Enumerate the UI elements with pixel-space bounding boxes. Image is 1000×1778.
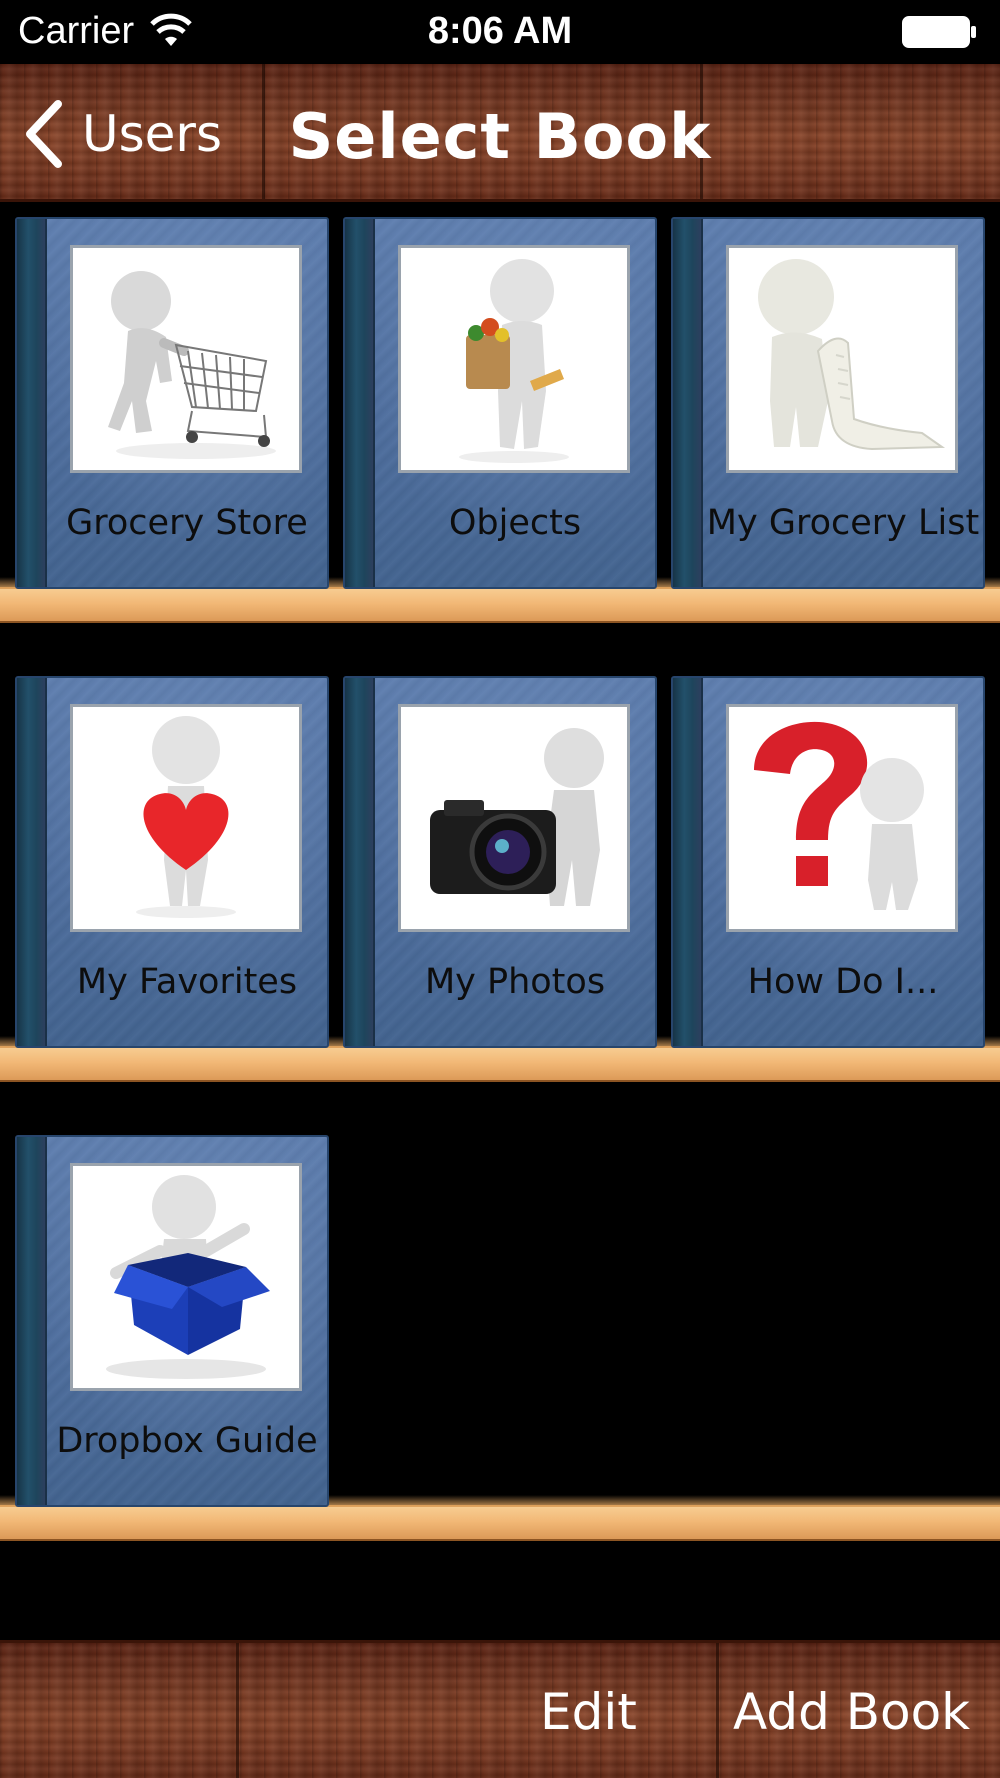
book-how-do-i[interactable]: How Do I...: [671, 676, 985, 1048]
book-spine: [17, 678, 47, 1046]
book-label: My Grocery List: [706, 503, 980, 543]
book-spine: [673, 678, 703, 1046]
person-with-cart-icon: [108, 271, 276, 459]
book-label: Dropbox Guide: [56, 1421, 318, 1461]
book-spine: [17, 1137, 47, 1505]
book-spine: [17, 219, 47, 587]
book-spine: [345, 219, 375, 587]
book-cover: [398, 704, 630, 932]
person-with-grocery-bag-icon: [459, 259, 569, 463]
book-label: My Photos: [424, 962, 606, 1002]
book-spine: [673, 219, 703, 587]
page-title: Select Book: [288, 100, 712, 173]
book-cover: [70, 245, 302, 473]
shelf: [0, 1495, 1000, 1541]
bottom-toolbar: Edit Add Book: [0, 1640, 1000, 1778]
person-with-heart-icon: [136, 716, 236, 918]
shelf: [0, 577, 1000, 623]
clock: 8:06 AM: [427, 10, 573, 52]
book-cover: [726, 245, 958, 473]
book-label: My Favorites: [76, 962, 298, 1002]
book-cover: [398, 245, 630, 473]
book-my-favorites[interactable]: My Favorites: [15, 676, 329, 1048]
book-cover: [70, 704, 302, 932]
book-spine: [345, 678, 375, 1046]
book-my-photos[interactable]: My Photos: [343, 676, 657, 1048]
person-with-camera-icon: [430, 728, 604, 906]
book-label: How Do I...: [747, 962, 939, 1002]
book-dropbox-guide[interactable]: Dropbox Guide: [15, 1135, 329, 1507]
book-label: Objects: [448, 503, 582, 543]
book-objects[interactable]: Objects: [343, 217, 657, 589]
person-with-question-mark-icon: [754, 721, 924, 910]
person-in-box-icon: [106, 1175, 270, 1379]
battery-icon: [902, 16, 976, 48]
book-label: Grocery Store: [66, 503, 308, 543]
edit-button[interactable]: Edit: [540, 1683, 637, 1741]
book-cover: [726, 704, 958, 932]
status-bar: Carrier 8:06 AM: [0, 0, 1000, 64]
add-book-button[interactable]: Add Book: [733, 1683, 970, 1741]
person-with-list-scroll-icon: [758, 259, 946, 451]
book-cover: [70, 1163, 302, 1391]
book-my-grocery-list[interactable]: My Grocery List: [671, 217, 985, 589]
navigation-bar: Users Select Book: [0, 64, 1000, 202]
book-grocery-store[interactable]: Grocery Store: [15, 217, 329, 589]
shelf: [0, 1036, 1000, 1082]
